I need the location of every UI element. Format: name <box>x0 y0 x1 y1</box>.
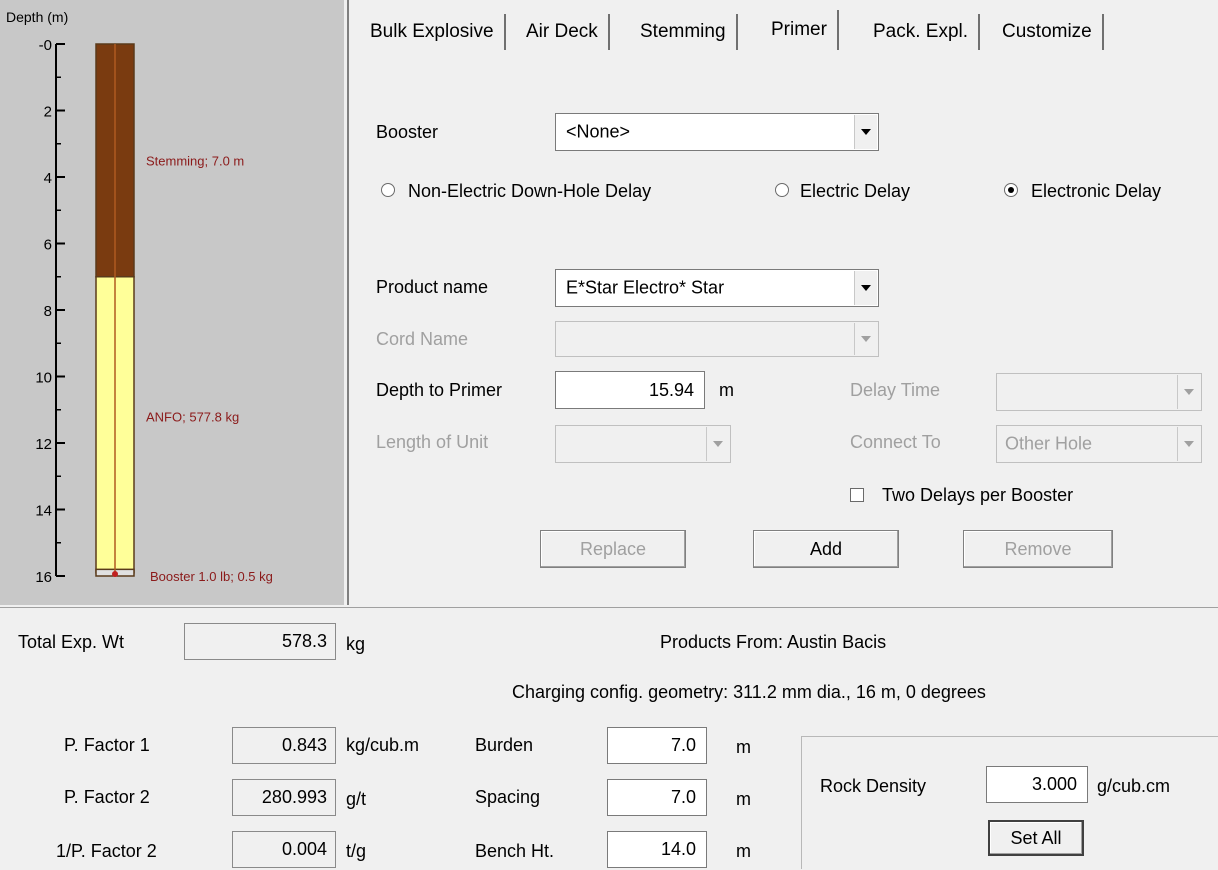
remove-button[interactable]: Remove <box>963 530 1113 568</box>
replace-button[interactable]: Replace <box>540 530 686 568</box>
ipf2-unit: t/g <box>346 841 367 861</box>
chevron-down-icon[interactable] <box>1177 375 1200 409</box>
depth-tick-label: 12 <box>35 436 52 453</box>
rock-density-label: Rock Density <box>820 776 927 796</box>
chevron-down-icon[interactable] <box>706 427 729 461</box>
depth-tick-label: 6 <box>44 237 52 254</box>
radio-nonelectric[interactable] <box>381 183 395 197</box>
two-delays-label: Two Delays per Booster <box>882 485 1074 505</box>
bench-input[interactable]: 14.0 <box>607 831 707 868</box>
charging-config-text: Charging config. geometry: 311.2 mm dia.… <box>512 682 986 702</box>
total-exp-label: Total Exp. Wt <box>18 632 125 652</box>
depth-segment-label: ANFO; 577.8 kg <box>146 409 239 424</box>
depth-chart-panel: Depth (m) -0 2 4 6 8 10 12 14 16 Stemming; 7.0 m… <box>0 0 344 605</box>
depth-unit: m <box>719 380 734 400</box>
ipf2-value: 0.004 <box>232 831 336 868</box>
chevron-down-icon[interactable] <box>1177 427 1200 461</box>
pf2-label: P. Factor 2 <box>64 787 150 807</box>
cord-name-label: Cord Name <box>376 329 469 349</box>
booster-select-value: <None> <box>566 121 631 142</box>
cord-name-select[interactable] <box>555 321 879 357</box>
delay-time-label: Delay Time <box>850 380 941 400</box>
burden-input[interactable]: 7.0 <box>607 727 707 764</box>
tab-primer[interactable]: Primer <box>761 10 839 50</box>
rock-density-unit: g/cub.cm <box>1097 776 1171 796</box>
bench-unit: m <box>736 841 751 861</box>
depth-tick-label: 14 <box>35 503 52 520</box>
radio-electronic[interactable] <box>1004 183 1018 197</box>
ipf2-label: 1/P. Factor 2 <box>56 841 157 861</box>
depth-segment-label: Stemming; 7.0 m <box>146 153 244 168</box>
spacing-unit: m <box>736 789 751 809</box>
pf1-label: P. Factor 1 <box>64 735 150 755</box>
radio-electronic-label: Electronic Delay <box>1031 181 1162 201</box>
radio-electric-label: Electric Delay <box>800 181 911 201</box>
connect-to-label: Connect To <box>850 432 941 452</box>
depth-axis-title: Depth (m) <box>6 9 68 25</box>
radio-nonelectric-label: Non-Electric Down-Hole Delay <box>408 181 652 201</box>
depth-tick-label: 8 <box>44 303 52 320</box>
depth-tick-label: -0 <box>39 37 52 54</box>
booster-select[interactable]: <None> <box>555 113 879 151</box>
chevron-down-icon[interactable] <box>854 115 877 149</box>
pf1-value: 0.843 <box>232 727 336 764</box>
rock-density-input[interactable]: 3.000 <box>986 766 1088 803</box>
two-delays-checkbox[interactable] <box>850 488 864 502</box>
depth-tick-label: 10 <box>35 370 52 387</box>
pf1-unit: kg/cub.m <box>346 735 420 755</box>
depth-to-primer-label: Depth to Primer <box>376 380 503 400</box>
product-name-select[interactable]: E*Star Electro* Star <box>555 269 879 307</box>
length-of-unit-label: Length of Unit <box>376 432 489 452</box>
product-name-label: Product name <box>376 277 489 297</box>
depth-chart: Depth (m) -0 2 4 6 8 10 12 14 16 Stemming; 7.0 m… <box>6 9 273 586</box>
add-button[interactable]: Add <box>753 530 899 568</box>
pf2-unit: g/t <box>346 789 367 809</box>
chevron-down-icon[interactable] <box>854 323 877 355</box>
product-name-value: E*Star Electro* Star <box>566 277 725 298</box>
chevron-down-icon[interactable] <box>854 271 877 305</box>
total-exp-value: 578.3 <box>184 623 336 660</box>
tab-customize[interactable]: Customize <box>992 14 1104 50</box>
burden-unit: m <box>736 737 751 757</box>
tab-air-deck[interactable]: Air Deck <box>516 14 610 50</box>
connect-to-select[interactable]: Other Hole <box>996 425 1202 463</box>
tab-stemming[interactable]: Stemming <box>630 14 738 50</box>
pf2-value: 280.993 <box>232 779 336 816</box>
booster-label: Booster <box>376 122 439 142</box>
booster-marker <box>112 571 118 578</box>
length-of-unit-select[interactable] <box>555 425 731 463</box>
delay-time-select[interactable] <box>996 373 1202 411</box>
radio-electric[interactable] <box>775 183 789 197</box>
depth-tick-label: 4 <box>44 170 52 187</box>
depth-tick-label: 2 <box>44 104 52 121</box>
total-exp-unit: kg <box>346 634 366 654</box>
connect-to-value: Other Hole <box>1005 433 1093 454</box>
tab-bulk-explosive[interactable]: Bulk Explosive <box>360 14 506 50</box>
depth-tick-label: 16 <box>35 569 52 586</box>
burden-label: Burden <box>475 735 534 755</box>
tab-pack-expl[interactable]: Pack. Expl. <box>863 14 981 50</box>
spacing-input[interactable]: 7.0 <box>607 779 707 816</box>
depth-to-primer-input[interactable]: 15.94 <box>555 371 705 409</box>
products-from-text: Products From: Austin Bacis <box>660 632 887 652</box>
spacing-label: Spacing <box>475 787 541 807</box>
bench-label: Bench Ht. <box>475 841 555 861</box>
depth-segment-label: Booster 1.0 lb; 0.5 kg <box>150 569 273 584</box>
set-all-button[interactable]: Set All <box>988 820 1084 856</box>
